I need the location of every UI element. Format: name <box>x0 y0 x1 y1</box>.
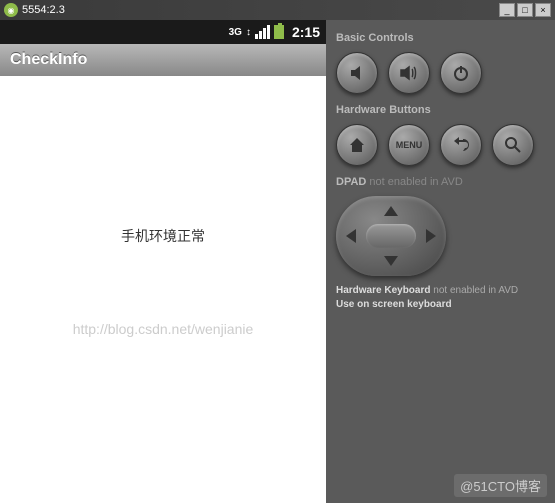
keyboard-section: Hardware Keyboard not enabled in AVD Use… <box>336 284 545 312</box>
power-button[interactable] <box>440 52 482 94</box>
home-button[interactable] <box>336 124 378 166</box>
dpad-up[interactable] <box>384 206 398 216</box>
status-message: 手机环境正常 <box>121 226 205 246</box>
dpad-title: DPAD <box>336 176 366 188</box>
clock: 2:15 <box>292 24 320 40</box>
window-titlebar: ◉ 5554:2.3 _ □ × <box>0 0 555 20</box>
keyboard-note: not enabled in AVD <box>433 285 518 296</box>
main-container: 3G ↕ 2:15 CheckInfo 手机环境正常 http://blog.c… <box>0 20 555 503</box>
window-title: 5554:2.3 <box>22 4 65 16</box>
dpad-note: not enabled in AVD <box>369 176 462 188</box>
menu-button[interactable]: MENU <box>388 124 430 166</box>
close-button[interactable]: × <box>535 3 551 17</box>
keyboard-label: Hardware Keyboard <box>336 285 430 296</box>
dpad-left[interactable] <box>346 229 356 243</box>
hardware-buttons-label: Hardware Buttons <box>336 104 545 116</box>
keyboard-hint: Use on screen keyboard <box>336 299 452 310</box>
data-arrows-icon: ↕ <box>246 27 251 38</box>
dpad-right[interactable] <box>426 229 436 243</box>
watermark-text: http://blog.csdn.net/wenjianie <box>73 321 254 337</box>
volume-down-button[interactable] <box>336 52 378 94</box>
maximize-button[interactable]: □ <box>517 3 533 17</box>
emulator-controls: Basic Controls Hardware Buttons MENU DPA… <box>326 20 555 503</box>
volume-up-button[interactable] <box>388 52 430 94</box>
app-title: CheckInfo <box>10 51 87 69</box>
android-icon: ◉ <box>4 3 18 17</box>
app-content: 手机环境正常 http://blog.csdn.net/wenjianie <box>0 76 326 503</box>
network-icon: 3G <box>229 27 242 38</box>
back-button[interactable] <box>440 124 482 166</box>
dpad-center[interactable] <box>366 224 416 248</box>
status-bar: 3G ↕ 2:15 <box>0 20 326 44</box>
battery-icon <box>274 25 284 39</box>
dpad-down[interactable] <box>384 256 398 266</box>
brand-watermark: @51CTO博客 <box>454 474 547 497</box>
signal-icon <box>255 25 270 39</box>
minimize-button[interactable]: _ <box>499 3 515 17</box>
phone-screen: 3G ↕ 2:15 CheckInfo 手机环境正常 http://blog.c… <box>0 20 326 503</box>
dpad-label: DPAD not enabled in AVD <box>336 176 545 188</box>
app-title-bar: CheckInfo <box>0 44 326 76</box>
dpad-control <box>336 196 446 276</box>
basic-controls-label: Basic Controls <box>336 32 545 44</box>
search-button[interactable] <box>492 124 534 166</box>
